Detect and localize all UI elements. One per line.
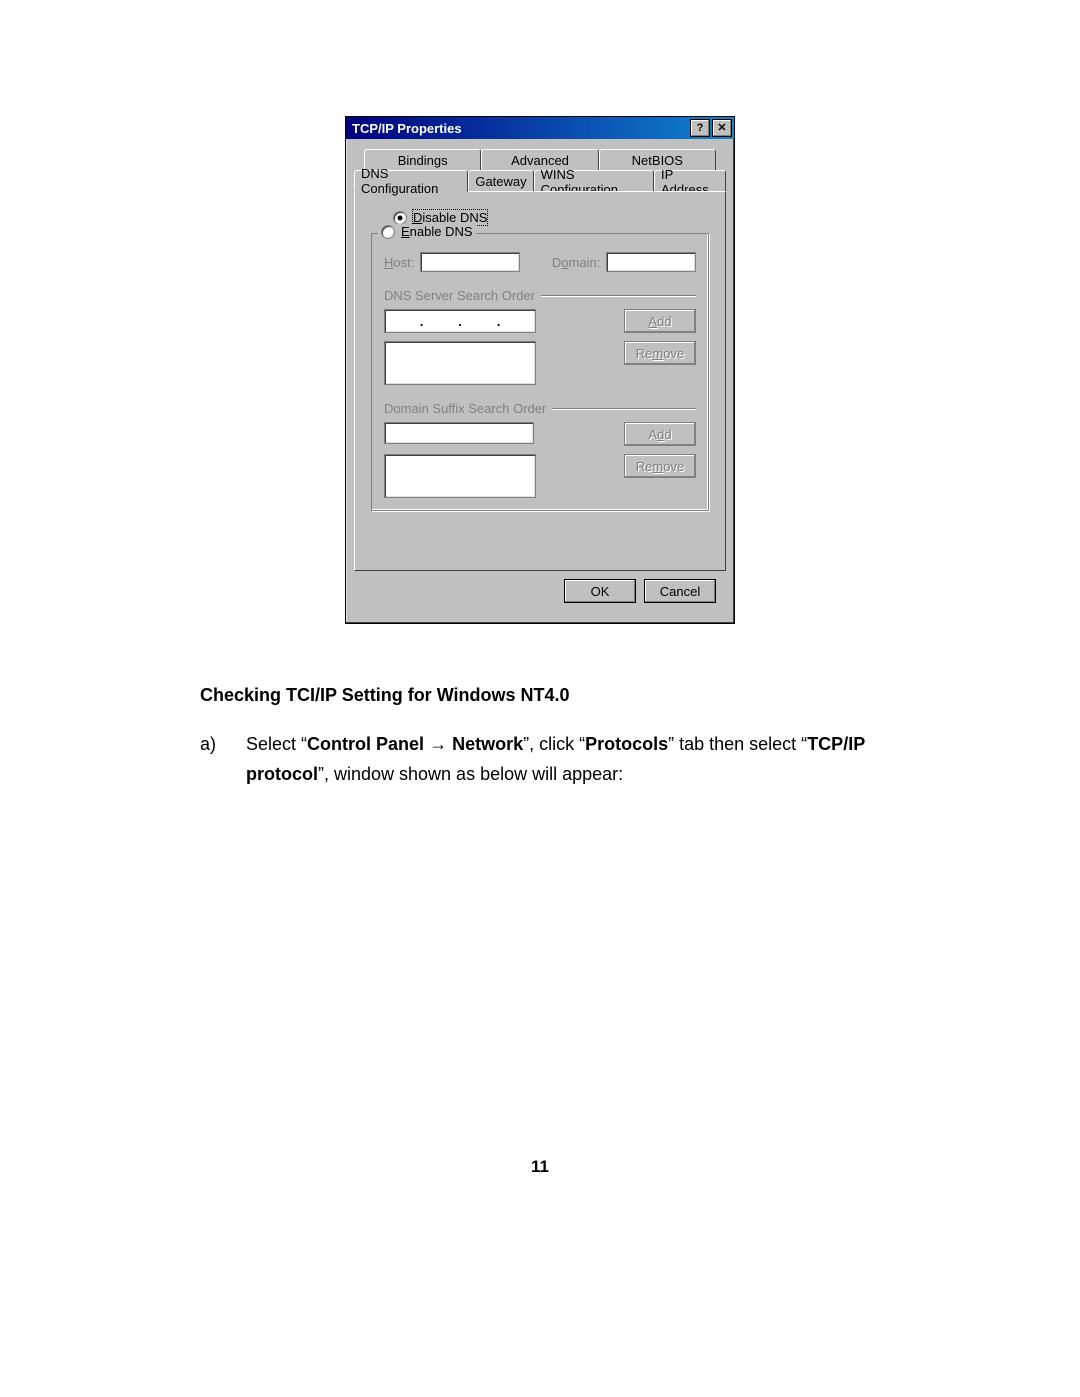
text: Select “ <box>246 734 307 754</box>
tab-wins-configuration[interactable]: WINS Configuration <box>534 170 654 192</box>
dns-add-button: Add <box>624 309 696 333</box>
dns-server-listbox <box>384 341 536 385</box>
list-body: Select “Control Panel → Network”, click … <box>246 729 880 790</box>
text-bold: Protocols <box>585 734 668 754</box>
list-item: a) Select “Control Panel → Network”, cli… <box>200 729 880 790</box>
text-bold: Control Panel <box>307 734 424 754</box>
suffix-remove-button: Remove <box>624 454 696 478</box>
radio-disable-dns-label: Disable DNS <box>413 210 487 225</box>
divider <box>541 295 696 296</box>
help-icon[interactable]: ? <box>690 119 710 137</box>
domain-suffix-add-row: Add <box>384 422 696 446</box>
arrow-icon: → <box>429 734 447 754</box>
radio-icon <box>381 225 395 239</box>
text-bold: Network <box>452 734 523 754</box>
tab-ip-address[interactable]: IP Address <box>654 170 726 192</box>
domain-suffix-list-row: Remove <box>384 454 696 498</box>
ok-button[interactable]: OK <box>564 579 636 603</box>
close-icon[interactable]: ✕ <box>712 119 732 137</box>
host-label: Host: <box>384 255 414 270</box>
tab-dns-configuration[interactable]: DNS Configuration <box>354 170 468 192</box>
host-input <box>420 252 520 272</box>
document-text: Checking TCI/IP Setting for Windows NT4.… <box>200 680 880 790</box>
page-number: 11 <box>0 1157 1080 1177</box>
text: ”, click “ <box>523 734 585 754</box>
dns-search-label: DNS Server Search Order <box>384 288 535 303</box>
titlebar: TCP/IP Properties ? ✕ <box>346 117 734 139</box>
tcpip-properties-dialog: TCP/IP Properties ? ✕ Bindings Advanced … <box>345 116 735 624</box>
text: ”, window shown as below will appear: <box>318 764 623 784</box>
enable-dns-group: Enable DNS Host: Domain: DNS Server Sear… <box>371 233 709 511</box>
domain-suffix-search-order-heading: Domain Suffix Search Order <box>384 401 696 416</box>
domain-suffix-listbox <box>384 454 536 498</box>
document-page: TCP/IP Properties ? ✕ Bindings Advanced … <box>0 0 1080 1397</box>
domain-suffix-input <box>384 422 534 444</box>
radio-disable-dns-row[interactable]: Disable DNS <box>393 210 709 225</box>
suffix-add-button: Add <box>624 422 696 446</box>
dns-server-search-order-heading: DNS Server Search Order <box>384 288 696 303</box>
divider <box>552 408 696 409</box>
section-heading: Checking TCI/IP Setting for Windows NT4.… <box>200 680 880 711</box>
domain-label: Domain: <box>552 255 600 270</box>
tab-row-front: DNS Configuration Gateway WINS Configura… <box>354 170 726 192</box>
dns-server-add-row: . . . Add <box>384 309 696 333</box>
host-domain-row: Host: Domain: <box>384 252 696 272</box>
domain-input <box>606 252 696 272</box>
dialog-footer: OK Cancel <box>354 571 726 613</box>
titlebar-text: TCP/IP Properties <box>352 121 462 136</box>
text: ” tab then select “ <box>668 734 807 754</box>
dns-remove-button: Remove <box>624 341 696 365</box>
dns-ip-input: . . . <box>384 309 536 333</box>
tab-panel-dns: Disable DNS Enable DNS Host: Domain: <box>354 191 726 571</box>
radio-enable-dns-label[interactable]: Enable DNS <box>401 224 473 239</box>
dialog-body: Bindings Advanced NetBIOS DNS Configurat… <box>346 139 734 623</box>
titlebar-buttons: ? ✕ <box>690 119 732 137</box>
domain-suffix-label: Domain Suffix Search Order <box>384 401 546 416</box>
list-marker: a) <box>200 729 220 790</box>
radio-icon <box>393 211 407 225</box>
cancel-button[interactable]: Cancel <box>644 579 716 603</box>
tab-control: Bindings Advanced NetBIOS DNS Configurat… <box>354 149 726 571</box>
dns-server-list-row: Remove <box>384 341 696 385</box>
tab-gateway[interactable]: Gateway <box>468 170 533 192</box>
